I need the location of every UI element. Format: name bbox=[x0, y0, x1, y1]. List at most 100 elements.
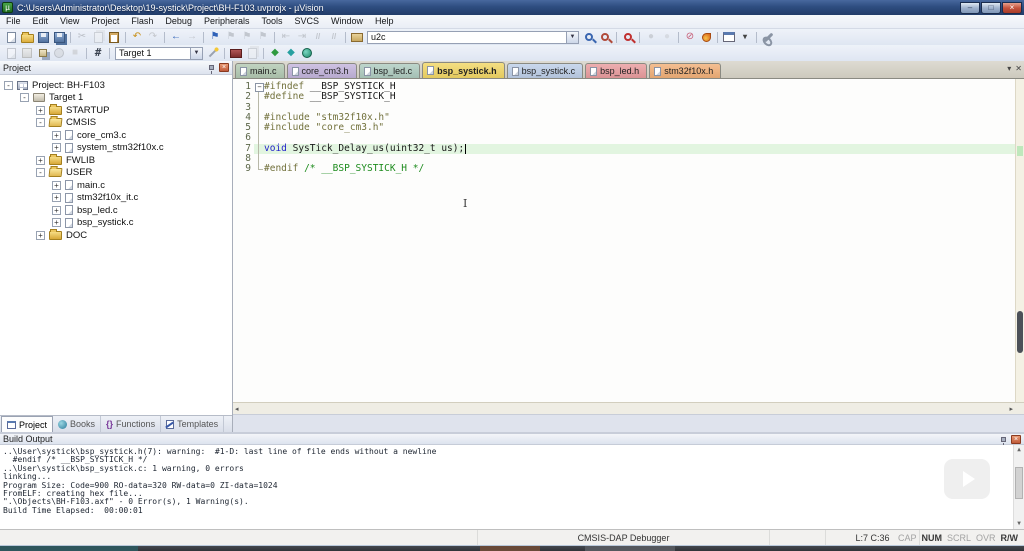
layout-dropdown-button[interactable]: ▾ bbox=[737, 30, 753, 44]
configure-word-highlight-button[interactable] bbox=[349, 30, 365, 44]
editor-horizontal-scrollbar[interactable]: ◂ ▸ bbox=[233, 402, 1024, 414]
find-in-files-button[interactable] bbox=[620, 30, 636, 44]
search-combo[interactable]: u2c▼ bbox=[367, 31, 579, 44]
tree-item-fwlib[interactable]: +FWLIB bbox=[0, 154, 232, 167]
pin-icon[interactable] bbox=[1001, 437, 1006, 442]
panel-tab-project[interactable]: Project bbox=[1, 416, 53, 432]
target-combo[interactable]: Target 1▼ bbox=[115, 47, 203, 60]
menu-help[interactable]: Help bbox=[369, 15, 400, 28]
fold-collapse-icon[interactable] bbox=[254, 82, 264, 92]
menu-flash[interactable]: Flash bbox=[125, 15, 159, 28]
pin-icon[interactable] bbox=[209, 65, 214, 70]
expand-icon[interactable]: + bbox=[52, 218, 61, 227]
scroll-right-arrow-icon[interactable]: ▸ bbox=[1009, 405, 1013, 413]
navigate-back-button[interactable]: ← bbox=[168, 30, 184, 44]
paste-button[interactable] bbox=[106, 30, 122, 44]
editor-tab-bsp_systick-c[interactable]: bsp_systick.c bbox=[507, 63, 584, 78]
tab-close-button[interactable]: ✕ bbox=[1015, 64, 1022, 74]
menu-peripherals[interactable]: Peripherals bbox=[198, 15, 256, 28]
panel-tab-templates[interactable]: Templates bbox=[161, 416, 224, 432]
collapse-icon[interactable]: - bbox=[4, 81, 13, 90]
expand-icon[interactable]: + bbox=[36, 231, 45, 240]
expand-icon[interactable]: + bbox=[52, 193, 61, 202]
scrollbar-thumb[interactable] bbox=[1015, 467, 1023, 499]
editor-tab-bsp_led-h[interactable]: bsp_led.h bbox=[585, 63, 647, 78]
scroll-left-arrow-icon[interactable]: ◂ bbox=[235, 405, 239, 413]
editor-tab-bsp_systick-h[interactable]: bsp_systick.h bbox=[422, 62, 505, 78]
target-icon bbox=[33, 93, 45, 102]
editor-tab-stm32f10x-h[interactable]: stm32f10x.h bbox=[649, 63, 721, 78]
editor-tab-core_cm3-h[interactable]: core_cm3.h bbox=[287, 63, 357, 78]
tree-item-user[interactable]: -USER bbox=[0, 167, 232, 180]
menu-file[interactable]: File bbox=[0, 15, 27, 28]
menu-view[interactable]: View bbox=[54, 15, 85, 28]
bookmark-toggle-button[interactable]: ⚑ bbox=[207, 30, 223, 44]
menu-window[interactable]: Window bbox=[325, 15, 369, 28]
configure-tools-button[interactable] bbox=[760, 30, 776, 44]
tree-item-doc[interactable]: +DOC bbox=[0, 229, 232, 242]
project-panel-close-button[interactable]: × bbox=[219, 63, 229, 72]
manage-rte-button[interactable]: ◆ bbox=[267, 46, 283, 60]
save-all-button[interactable] bbox=[51, 30, 67, 44]
find-next-button[interactable] bbox=[581, 30, 597, 44]
scrollbar-thumb[interactable] bbox=[1017, 311, 1023, 353]
save-button[interactable] bbox=[35, 30, 51, 44]
expand-icon[interactable]: + bbox=[52, 143, 61, 152]
tree-item-stm32f10x-it-c[interactable]: +stm32f10x_it.c bbox=[0, 192, 232, 205]
tree-item-startup[interactable]: +STARTUP bbox=[0, 104, 232, 117]
tree-item-project-bh-f103[interactable]: -Project: BH-F103 bbox=[0, 79, 232, 92]
tree-item-bsp-systick-c[interactable]: +bsp_systick.c bbox=[0, 217, 232, 230]
build-output-close-button[interactable]: × bbox=[1011, 435, 1021, 444]
chevron-down-icon[interactable]: ▼ bbox=[566, 32, 578, 43]
menu-tools[interactable]: Tools bbox=[255, 15, 288, 28]
editor-tab-bsp_led-c[interactable]: bsp_led.c bbox=[359, 63, 421, 78]
scroll-up-arrow-icon[interactable]: ▲ bbox=[1014, 446, 1024, 454]
menu-project[interactable]: Project bbox=[85, 15, 125, 28]
editor-vertical-scrollbar[interactable] bbox=[1015, 79, 1024, 402]
panel-tab-functions[interactable]: {}Functions bbox=[101, 416, 161, 432]
restore-button[interactable]: □ bbox=[981, 2, 1001, 14]
options-for-target-button[interactable] bbox=[205, 46, 221, 60]
close-button[interactable]: × bbox=[1002, 2, 1022, 14]
open-file-button[interactable] bbox=[19, 30, 35, 44]
window-layout-button[interactable] bbox=[721, 30, 737, 44]
panel-tab-books[interactable]: Books bbox=[53, 416, 101, 432]
download-button[interactable]: # bbox=[90, 46, 106, 60]
expand-icon[interactable]: + bbox=[36, 106, 45, 115]
code-editor[interactable]: 1#ifndef __BSP_SYSTICK_H2#define __BSP_S… bbox=[233, 78, 1024, 402]
menu-edit[interactable]: Edit bbox=[27, 15, 55, 28]
tree-item-bsp-led-c[interactable]: +bsp_led.c bbox=[0, 204, 232, 217]
tree-item-system-stm32f10x-c[interactable]: +system_stm32f10x.c bbox=[0, 142, 232, 155]
expand-icon[interactable]: + bbox=[52, 181, 61, 190]
menu-debug[interactable]: Debug bbox=[159, 15, 198, 28]
collapse-icon[interactable]: - bbox=[20, 93, 29, 102]
rebuild-button[interactable] bbox=[35, 46, 51, 60]
expand-icon[interactable]: + bbox=[36, 156, 45, 165]
new-file-button[interactable] bbox=[3, 30, 19, 44]
tab-list-dropdown-button[interactable]: ▾ bbox=[1007, 64, 1011, 74]
tree-item-core-cm3-c[interactable]: +core_cm3.c bbox=[0, 129, 232, 142]
minimize-button[interactable]: – bbox=[960, 2, 980, 14]
undo-button[interactable]: ↶ bbox=[129, 30, 145, 44]
file-extensions-button[interactable] bbox=[228, 46, 244, 60]
build-output-scrollbar[interactable]: ▲ ▼ bbox=[1013, 445, 1024, 529]
expand-icon[interactable]: + bbox=[52, 131, 61, 140]
pack-installer-button[interactable] bbox=[299, 46, 315, 60]
tree-item-target-1[interactable]: -Target 1 bbox=[0, 92, 232, 105]
kill-breakpoints-button[interactable] bbox=[698, 30, 714, 44]
select-packs-icon: ◆ bbox=[287, 48, 295, 58]
disable-breakpoints-button[interactable]: ⊘ bbox=[682, 30, 698, 44]
editor-tab-main-c[interactable]: main.c bbox=[235, 63, 285, 78]
incremental-find-button[interactable] bbox=[597, 30, 613, 44]
expand-icon[interactable]: + bbox=[52, 206, 61, 215]
chevron-down-icon[interactable]: ▼ bbox=[190, 48, 202, 59]
select-packs-button[interactable]: ◆ bbox=[283, 46, 299, 60]
collapse-icon[interactable]: - bbox=[36, 118, 45, 127]
menu-svcs[interactable]: SVCS bbox=[289, 15, 326, 28]
tree-item-main-c[interactable]: +main.c bbox=[0, 179, 232, 192]
tree-item-cmsis[interactable]: -CMSIS bbox=[0, 117, 232, 130]
scroll-down-arrow-icon[interactable]: ▼ bbox=[1014, 520, 1024, 528]
panel-tab-label: Books bbox=[70, 419, 95, 429]
collapse-icon[interactable]: - bbox=[36, 168, 45, 177]
build-output-panel[interactable]: ..\User\systick\bsp_systick.h(7): warnin… bbox=[0, 445, 1024, 529]
